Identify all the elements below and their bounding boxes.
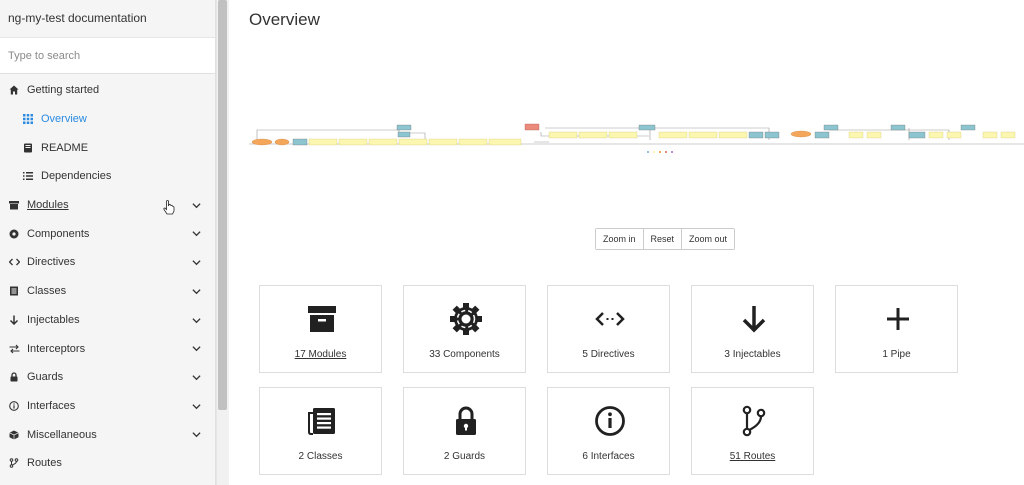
sidebar-item-injectables[interactable]: Injectables (0, 306, 215, 335)
dependency-graph[interactable] (249, 118, 1024, 158)
hand-cursor-icon (163, 200, 175, 215)
main-content: Overview Zoom in Reset Zoom out 17 Modul… (229, 0, 1024, 485)
plus-icon (887, 308, 909, 330)
chevron-down-icon[interactable] (192, 402, 201, 411)
lock-icon (456, 406, 476, 435)
sidebar-item-label: Routes (27, 457, 62, 470)
arrow-down-icon (742, 306, 766, 333)
file-icon (308, 408, 335, 435)
sidebar-item-label: Interfaces (27, 399, 76, 412)
list-icon (22, 170, 34, 182)
card-classes[interactable]: 2 Classes (259, 387, 382, 475)
card-modules[interactable]: 17 Modules (259, 285, 382, 373)
card-directives[interactable]: 5 Directives (547, 285, 670, 373)
grid-icon (22, 113, 34, 125)
sidebar-item-dependencies[interactable]: Dependencies (0, 162, 215, 191)
card-label: 5 Directives (582, 349, 635, 360)
chevron-down-icon[interactable] (192, 258, 201, 267)
sidebar-item-readme[interactable]: README (0, 133, 215, 162)
sidebar-item-label: Injectables (27, 313, 80, 326)
lock-icon (8, 371, 20, 383)
sidebar-item-label: Getting started (27, 84, 100, 97)
sidebar-item-guards[interactable]: Guards (0, 363, 215, 392)
code-icon (595, 312, 625, 326)
info-icon (595, 406, 625, 436)
card-guards[interactable]: 2 Guards (403, 387, 526, 475)
chevron-down-icon[interactable] (192, 430, 201, 439)
card-label: 33 Components (429, 349, 500, 360)
reset-zoom-button[interactable]: Reset (643, 229, 683, 249)
search-box (0, 38, 215, 74)
zoom-controls: Zoom in Reset Zoom out (595, 228, 736, 250)
cog-icon (450, 303, 482, 335)
sidebar-item-label: Guards (27, 371, 64, 384)
sidebar-item-routes[interactable]: Routes (0, 449, 215, 478)
arrow-down-icon (8, 314, 20, 326)
card-label[interactable]: 51 Routes (692, 451, 813, 462)
search-input[interactable] (8, 49, 215, 62)
cog-icon (8, 228, 20, 240)
sidebar-item-label: README (41, 141, 89, 154)
routes-icon (742, 405, 766, 437)
card-routes[interactable]: 51 Routes (691, 387, 814, 475)
archive-icon (308, 306, 336, 332)
card-components[interactable]: 33 Components (403, 285, 526, 373)
sidebar-item-label: Interceptors (27, 342, 86, 355)
sidebar-item-modules[interactable]: Modules (0, 191, 215, 220)
sidebar-item-interceptors[interactable]: Interceptors (0, 334, 215, 363)
zoom-out-button[interactable]: Zoom out (682, 229, 735, 249)
routes-icon (8, 457, 20, 469)
chevron-down-icon[interactable] (192, 287, 201, 296)
sidebar-item-components[interactable]: Components (0, 219, 215, 248)
sidebar-item-label: Modules (27, 199, 69, 212)
chevron-down-icon[interactable] (192, 229, 201, 238)
sidebar: ng-my-test documentation Getting started… (0, 0, 216, 485)
chevron-down-icon[interactable] (192, 373, 201, 382)
sidebar-item-label: Miscellaneous (27, 428, 97, 441)
page-title: Overview (249, 10, 320, 29)
sidebar-item-interfaces[interactable]: Interfaces (0, 392, 215, 421)
cube-icon (8, 429, 20, 441)
sidebar-item-classes[interactable]: Classes (0, 277, 215, 306)
sidebar-item-label: Classes (27, 285, 67, 298)
sidebar-item-miscellaneous[interactable]: Miscellaneous (0, 420, 215, 449)
sidebar-item-getting-started[interactable]: Getting started (0, 76, 215, 105)
swap-icon (8, 343, 20, 355)
card-injectables[interactable]: 3 Injectables (691, 285, 814, 373)
chevron-down-icon[interactable] (192, 316, 201, 325)
code-icon (8, 256, 20, 268)
card-pipes[interactable]: 1 Pipe (835, 285, 958, 373)
sidebar-item-label: Directives (27, 256, 76, 269)
info-icon (8, 400, 20, 412)
card-interfaces[interactable]: 6 Interfaces (547, 387, 670, 475)
card-label: 2 Classes (298, 451, 343, 462)
book-icon (22, 142, 34, 154)
sidebar-menu: Getting started Overview README Dependen… (0, 76, 215, 478)
sidebar-scrollbar-thumb[interactable] (218, 0, 227, 410)
brand-title[interactable]: ng-my-test documentation (0, 0, 215, 38)
card-label: 1 Pipe (882, 349, 911, 360)
chevron-down-icon[interactable] (192, 344, 201, 353)
sidebar-item-label: Components (27, 227, 90, 240)
card-label: 3 Injectables (724, 349, 781, 360)
sidebar-item-directives[interactable]: Directives (0, 248, 215, 277)
sidebar-item-label: Overview (41, 113, 87, 126)
sidebar-item-overview[interactable]: Overview (0, 105, 215, 134)
home-icon (8, 84, 20, 96)
sidebar-item-label: Dependencies (41, 170, 112, 183)
archive-icon (8, 199, 20, 211)
card-label: 6 Interfaces (582, 451, 635, 462)
card-label: 2 Guards (443, 451, 486, 462)
chevron-down-icon[interactable] (192, 201, 201, 210)
graph-legend (647, 151, 673, 153)
card-label[interactable]: 17 Modules (260, 349, 381, 360)
file-icon (8, 285, 20, 297)
zoom-in-button[interactable]: Zoom in (596, 229, 644, 249)
